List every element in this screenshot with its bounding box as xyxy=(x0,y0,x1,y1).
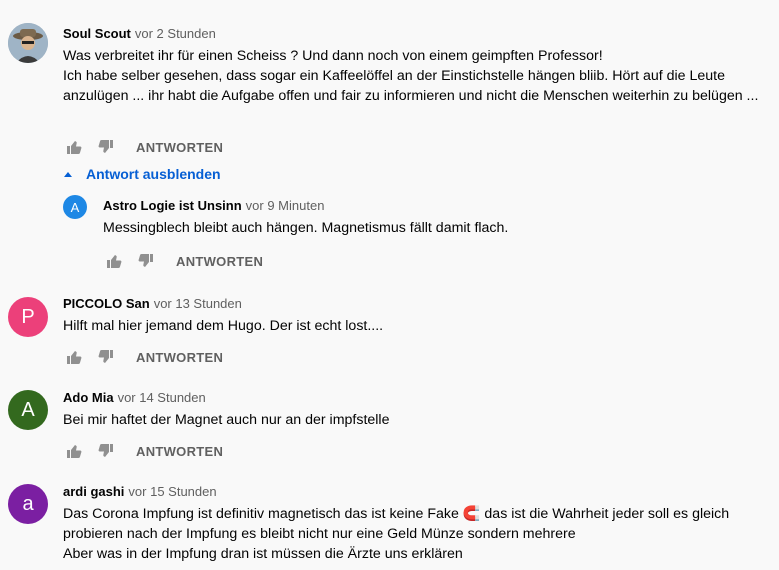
comment-actions: ANTWORTEN xyxy=(62,345,223,369)
avatar-letter: a xyxy=(22,492,34,515)
caret-up-icon xyxy=(64,171,72,177)
reply-button[interactable]: ANTWORTEN xyxy=(136,140,223,155)
comment-actions: ANTWORTEN xyxy=(62,135,223,159)
comment-text: Bei mir haftet der Magnet auch nur an de… xyxy=(63,412,390,428)
comment-author[interactable]: Soul Scout xyxy=(63,26,131,41)
comment-actions: ANTWORTEN xyxy=(62,439,223,463)
comment-author[interactable]: Ado Mia xyxy=(63,390,114,405)
comment-time[interactable]: vor 15 Stunden xyxy=(128,484,216,499)
comment-author[interactable]: Astro Logie ist Unsinn xyxy=(103,198,242,213)
comment-time[interactable]: vor 9 Minuten xyxy=(246,198,325,213)
thumbs-down-icon[interactable] xyxy=(94,345,118,369)
comment-author[interactable]: PICCOLO San xyxy=(63,296,150,311)
comment-time[interactable]: vor 2 Stunden xyxy=(135,26,216,41)
reply-button[interactable]: ANTWORTEN xyxy=(176,254,263,269)
comment-text: Das Corona Impfung ist definitiv magneti… xyxy=(63,506,730,562)
hide-replies-label: Antwort ausblenden xyxy=(86,166,221,182)
thumbs-up-icon[interactable] xyxy=(102,249,126,273)
avatar[interactable]: A xyxy=(63,195,87,219)
comment-text: Messingblech bleibt auch hängen. Magneti… xyxy=(103,220,509,236)
avatar-letter: P xyxy=(21,305,35,328)
comment-header: Soul Scout vor 2 Stunden xyxy=(63,25,216,43)
reply-button[interactable]: ANTWORTEN xyxy=(136,444,223,459)
user-photo-icon xyxy=(8,23,48,63)
avatar[interactable] xyxy=(8,23,48,63)
comment-header: Astro Logie ist Unsinn vor 9 Minuten xyxy=(103,197,324,215)
avatar-letter: A xyxy=(21,398,35,421)
thumbs-up-icon[interactable] xyxy=(62,439,86,463)
avatar[interactable]: a xyxy=(8,484,48,524)
comment-actions: ANTWORTEN xyxy=(102,249,263,273)
comment-author[interactable]: ardi gashi xyxy=(63,484,124,499)
thumbs-up-icon[interactable] xyxy=(62,345,86,369)
thumbs-down-icon[interactable] xyxy=(134,249,158,273)
avatar[interactable]: P xyxy=(8,297,48,337)
thumbs-down-icon[interactable] xyxy=(94,439,118,463)
comment-header: Ado Mia vor 14 Stunden xyxy=(63,389,206,407)
comment-header: ardi gashi vor 15 Stunden xyxy=(63,483,217,501)
comment-text: Hilft mal hier jemand dem Hugo. Der ist … xyxy=(63,318,384,334)
avatar-letter: A xyxy=(70,199,80,215)
comment-header: PICCOLO San vor 13 Stunden xyxy=(63,295,242,313)
hide-replies-button[interactable]: Antwort ausblenden xyxy=(62,165,221,183)
comment-time[interactable]: vor 13 Stunden xyxy=(154,296,242,311)
thumbs-up-icon[interactable] xyxy=(62,135,86,159)
comment-text: Was verbreitet ihr für einen Scheiss ? U… xyxy=(63,48,759,104)
reply-button[interactable]: ANTWORTEN xyxy=(136,350,223,365)
thumbs-down-icon[interactable] xyxy=(94,135,118,159)
avatar[interactable]: A xyxy=(8,390,48,430)
comment-time[interactable]: vor 14 Stunden xyxy=(118,390,206,405)
